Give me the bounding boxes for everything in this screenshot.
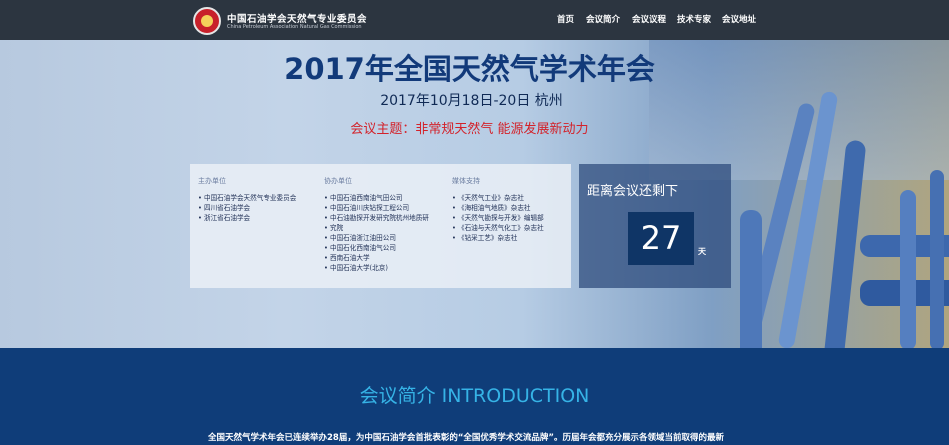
pipe-graphic (930, 170, 944, 348)
media-title: 媒体支持 (452, 177, 480, 185)
list-item: 究院 (324, 223, 429, 233)
list-item: 西南石油大学 (324, 253, 429, 263)
list-item: 中国石化西南油气公司 (324, 243, 429, 253)
co-organizer-title: 协办单位 (324, 177, 352, 185)
nav-agenda[interactable]: 会议议程 (632, 13, 666, 25)
nav-venue[interactable]: 会议地址 (722, 13, 756, 25)
list-item: 中国石油西南油气田公司 (324, 193, 429, 203)
pipe-graphic (740, 210, 762, 348)
list-item: 《海相油气地质》杂志社 (452, 203, 544, 213)
conference-title: 2017年全国天然气学术年会 (284, 52, 655, 86)
host-title: 主办单位 (198, 177, 226, 185)
nav-home[interactable]: 首页 (557, 13, 574, 25)
countdown-panel: 距离会议还剩下 27 天 (579, 164, 731, 288)
countdown-days: 27 (628, 212, 694, 265)
list-item: 中国石油川庆钻探工程公司 (324, 203, 429, 213)
intro-text: 全国天然气学术年会已连续举办28届，为中国石油学会首批表彰的“全国优秀学术交流品… (208, 433, 725, 443)
list-item: 四川省石油学会 (198, 203, 296, 213)
list-item: 《石油与天然气化工》杂志社 (452, 223, 544, 233)
list-item: 《天然气勘探与开发》编辑部 (452, 213, 544, 223)
co-organizer-column: 协办单位 中国石油西南油气田公司 中国石油川庆钻探工程公司 中石油勘探开发研究院… (324, 176, 429, 273)
logo-icon[interactable] (193, 7, 221, 35)
list-item: 中国石油浙江油田公司 (324, 233, 429, 243)
list-item: 中国石油大学(北京) (324, 263, 429, 273)
org-name[interactable]: 中国石油学会天然气专业委员会 (227, 11, 367, 25)
list-item: 中国石油学会天然气专业委员会 (198, 193, 296, 203)
countdown-unit: 天 (698, 247, 706, 256)
nav-experts[interactable]: 技术专家 (677, 13, 711, 25)
list-item: 中石油勘探开发研究院杭州地质研 (324, 213, 429, 223)
list-item: 《天然气工业》杂志社 (452, 193, 544, 203)
organizers-panel: 主办单位 中国石油学会天然气专业委员会 四川省石油学会 浙江省石油学会 协办单位… (190, 164, 571, 288)
host-column: 主办单位 中国石油学会天然气专业委员会 四川省石油学会 浙江省石油学会 (198, 176, 296, 223)
top-header: 中国石油学会天然气专业委员会 China Petroleum Associati… (0, 0, 949, 40)
media-column: 媒体支持 《天然气工业》杂志社 《海相油气地质》杂志社 《天然气勘探与开发》编辑… (452, 176, 544, 243)
conference-date: 2017年10月18日-20日 杭州 (380, 93, 563, 109)
org-name-en: China Petroleum Association Natural Gas … (227, 24, 362, 30)
pipe-graphic (900, 190, 916, 348)
list-item: 《钻采工艺》杂志社 (452, 233, 544, 243)
intro-title: 会议简介 INTRODUCTION (359, 385, 590, 407)
hero-banner: 2017年全国天然气学术年会 2017年10月18日-20日 杭州 会议主题：非… (0, 40, 949, 348)
conference-theme: 会议主题：非常规天然气 能源发展新动力 (350, 122, 589, 137)
nav-intro[interactable]: 会议简介 (586, 13, 620, 25)
countdown-label: 距离会议还剩下 (587, 184, 679, 199)
list-item: 浙江省石油学会 (198, 213, 296, 223)
